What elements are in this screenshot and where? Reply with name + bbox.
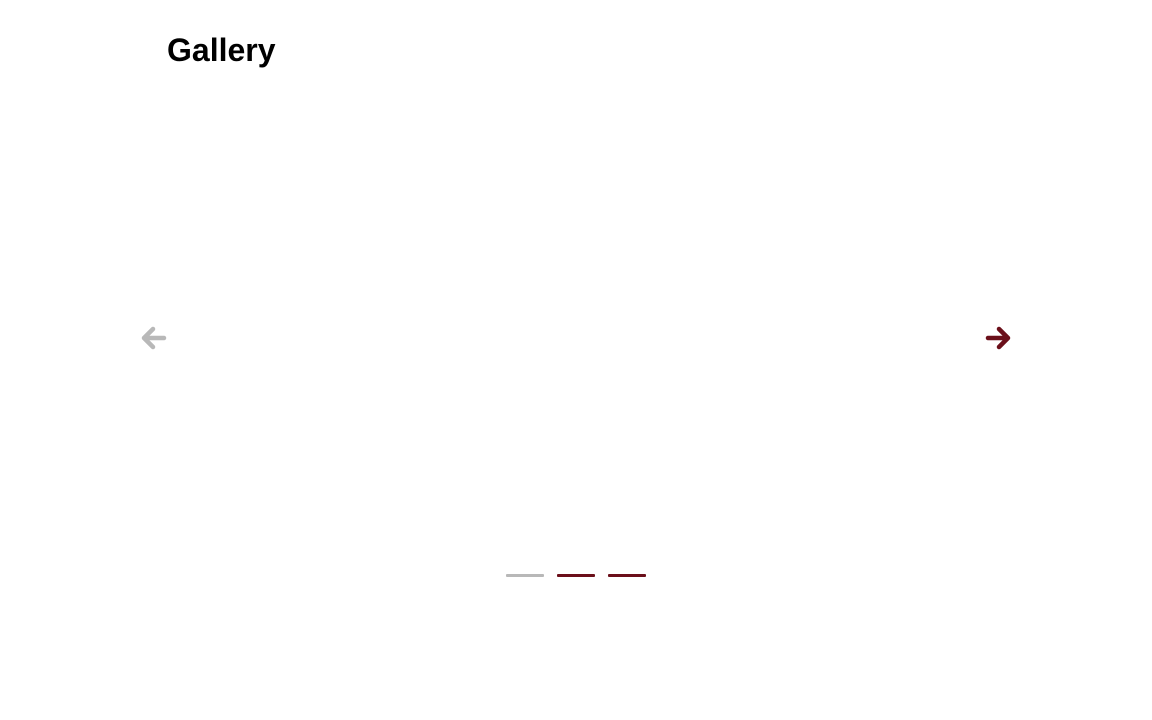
slide-indicator-bar [557,573,595,577]
page-title: Gallery [167,32,276,68]
arrow-left-icon [141,326,167,350]
slide-indicator-2[interactable] [557,567,595,583]
slide-indicator-1[interactable] [506,567,544,583]
previous-slide-button[interactable] [136,320,172,356]
slide-indicator-bar [506,573,544,577]
gallery-carousel [136,100,1016,600]
slide-indicator-bar [608,573,646,577]
slide-indicators [136,567,1016,583]
slide-indicator-3[interactable] [608,567,646,583]
arrow-right-icon [985,326,1011,350]
gallery-page: Gallery [0,0,1152,720]
next-slide-button[interactable] [980,320,1016,356]
